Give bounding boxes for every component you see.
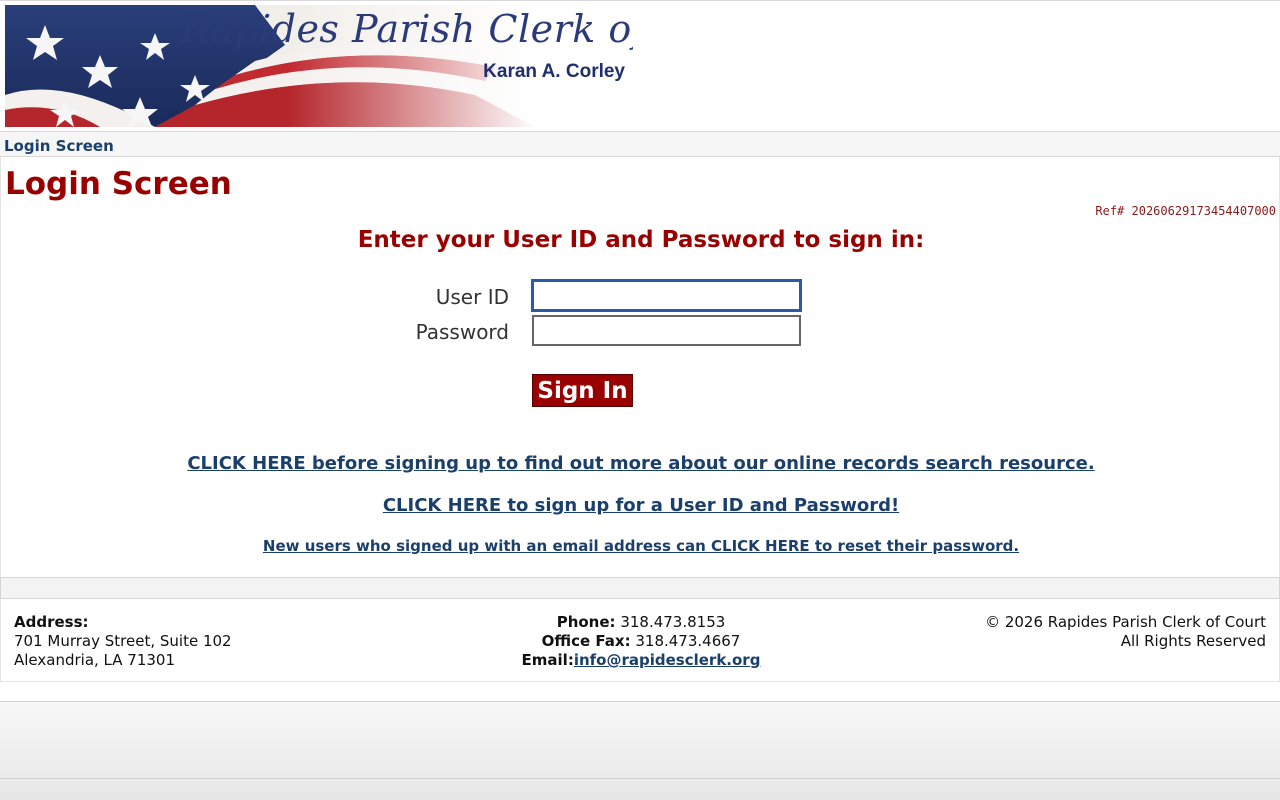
breadcrumb: Login Screen xyxy=(4,137,114,155)
fax-number: 318.473.4667 xyxy=(635,632,741,650)
userid-input[interactable] xyxy=(532,280,801,311)
login-panel: Login Screen Ref# 20260629173454407000 E… xyxy=(0,157,1280,577)
site-banner: Rapides Parish Clerk of Court Karan A. C… xyxy=(5,5,633,127)
password-input[interactable] xyxy=(532,315,801,346)
footer-copyright: © 2026 Rapides Parish Clerk of Court All… xyxy=(985,613,1266,651)
bottom-band xyxy=(0,701,1280,800)
footer: Address: 701 Murray Street, Suite 102 Al… xyxy=(0,599,1280,682)
email-label: Email: xyxy=(521,651,574,669)
page-title: Login Screen xyxy=(5,166,232,202)
info-link[interactable]: CLICK HERE before signing up to find out… xyxy=(1,453,1280,474)
banner-title: Rapides Parish Clerk of Court xyxy=(181,7,633,51)
phone-label: Phone: xyxy=(556,613,616,631)
phone-number: 318.473.8153 xyxy=(620,613,726,631)
reset-password-link[interactable]: New users who signed up with an email ad… xyxy=(1,537,1280,555)
signup-link[interactable]: CLICK HERE to sign up for a User ID and … xyxy=(1,495,1280,516)
separator-bar xyxy=(0,577,1280,599)
email-link[interactable]: info@rapidesclerk.org xyxy=(574,651,761,669)
fax-label: Office Fax: xyxy=(541,632,631,650)
bottom-divider xyxy=(0,778,1280,779)
breadcrumb-bar: Login Screen xyxy=(0,131,1280,157)
rights-text: All Rights Reserved xyxy=(1120,632,1266,650)
reference-number: Ref# 20260629173454407000 xyxy=(1095,204,1276,218)
password-label: Password xyxy=(415,320,509,344)
login-prompt: Enter your User ID and Password to sign … xyxy=(357,227,925,253)
userid-label: User ID xyxy=(435,285,509,309)
copyright-text: © 2026 Rapides Parish Clerk of Court xyxy=(985,613,1266,631)
banner-subtitle: Karan A. Corley xyxy=(483,61,625,82)
sign-in-button[interactable]: Sign In xyxy=(532,374,633,407)
top-divider xyxy=(0,0,1280,1)
